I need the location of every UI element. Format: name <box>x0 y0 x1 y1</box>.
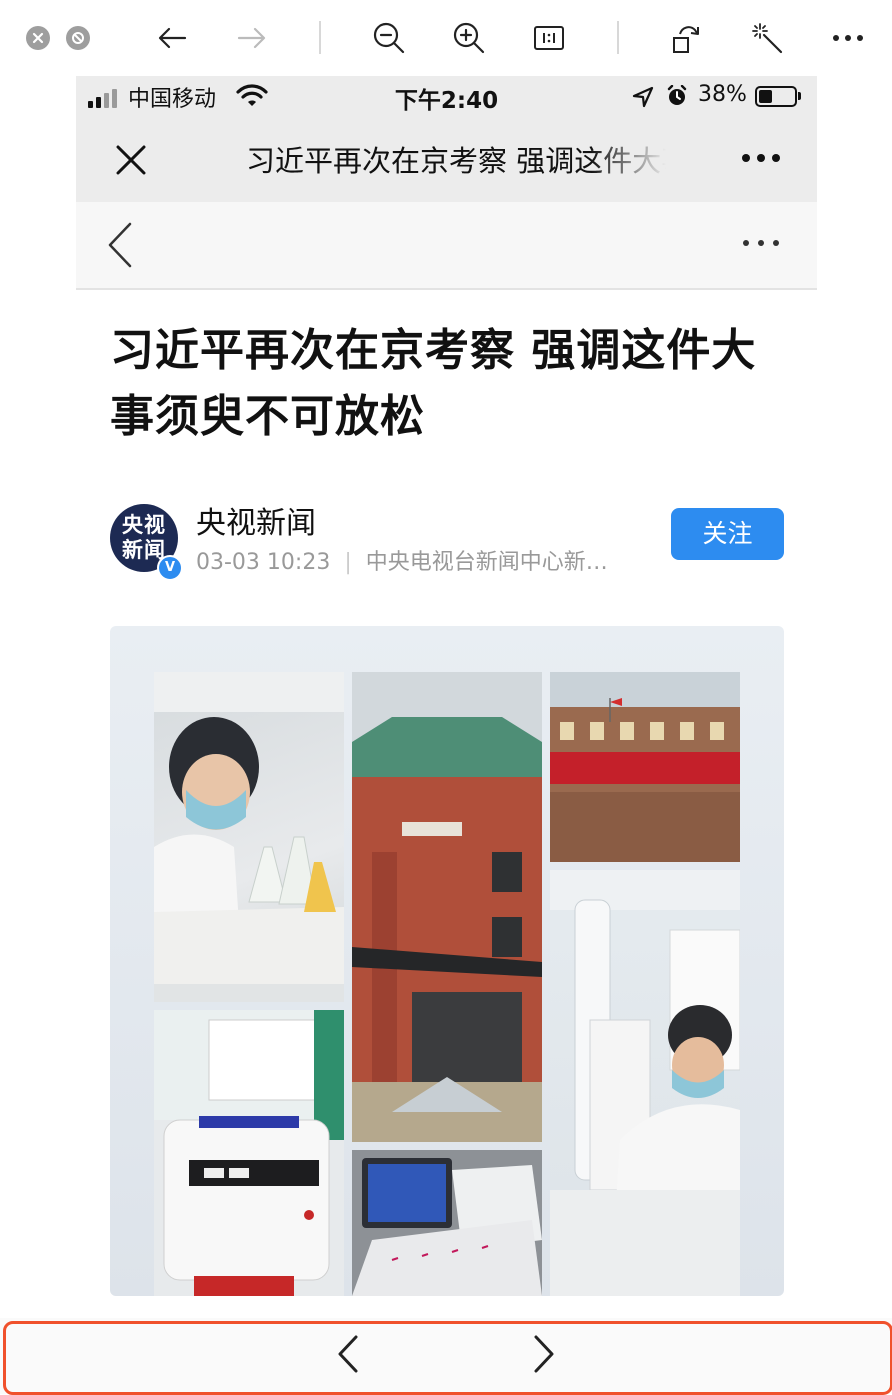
magic-wand-icon[interactable] <box>747 18 787 58</box>
author-meta: 03-03 10:23 | 中央电视台新闻中心新… <box>196 544 608 576</box>
phone-screen: 中国移动 下午2:40 38% 习近平再次在京考察 强调这件大事须臾不可放松 <box>76 76 817 1394</box>
next-chevron-icon[interactable] <box>520 1328 568 1380</box>
avatar-logo-text: 央视新闻 <box>122 513 166 562</box>
verified-badge-icon: V <box>157 555 183 581</box>
actual-size-icon[interactable] <box>529 18 569 58</box>
page-header <box>76 202 817 290</box>
nav-title: 习近平再次在京考察 强调这件大事须臾不可放松 <box>246 144 666 178</box>
location-arrow-icon <box>632 86 654 114</box>
photo-lab-scientist-pipette <box>550 870 740 1296</box>
article-title: 习近平再次在京考察 强调这件大事须臾不可放松 <box>110 325 757 442</box>
status-bar: 中国移动 下午2:40 38% <box>76 76 817 118</box>
battery-percent: 38% <box>698 82 747 107</box>
author-name[interactable]: 央视新闻 <box>196 498 316 542</box>
author-avatar[interactable]: 央视新闻 V <box>110 504 183 581</box>
highlight-outline <box>3 1321 892 1395</box>
minimize-window-icon[interactable] <box>66 26 90 50</box>
photo-lab-researcher <box>154 672 344 1002</box>
wechat-nav-bar: 习近平再次在京考察 强调这件大事须臾不可放松 <box>76 118 817 202</box>
author-row: 央视新闻 V 央视新闻 03-03 10:23 | 中央电视台新闻中心新… 关注 <box>110 498 785 581</box>
viewer-toolbar <box>0 0 892 76</box>
photo-tablet-documents <box>352 1150 542 1296</box>
page-more-icon[interactable] <box>736 228 786 258</box>
article-image-collage[interactable] <box>110 626 784 1296</box>
publish-date: 03-03 10:23 <box>196 550 331 575</box>
photo-red-brick-building <box>352 672 542 1142</box>
battery-icon <box>755 86 797 107</box>
back-arrow-icon[interactable] <box>152 18 192 58</box>
close-window-icon[interactable] <box>26 26 50 50</box>
bottom-navigation <box>0 1318 892 1395</box>
more-icon[interactable] <box>828 18 868 58</box>
previous-chevron-icon[interactable] <box>324 1328 372 1380</box>
source-label: 中央电视台新闻中心新… <box>365 550 608 575</box>
forward-arrow-icon[interactable] <box>232 18 272 58</box>
more-options-icon[interactable] <box>736 138 786 178</box>
article-page: 习近平再次在京考察 强调这件大事须臾不可放松 央视新闻 V 央视新闻 03-03… <box>76 202 817 1394</box>
battery-tip <box>798 92 801 100</box>
photo-test-kit-machine <box>154 1010 344 1296</box>
toolbar-divider <box>319 21 321 54</box>
follow-button[interactable]: 关注 <box>671 508 784 560</box>
photo-research-institute <box>550 672 740 862</box>
close-icon[interactable] <box>111 140 151 180</box>
toolbar-divider <box>617 21 619 54</box>
rotate-icon[interactable] <box>667 18 707 58</box>
back-chevron-icon[interactable] <box>102 220 142 270</box>
meta-divider: | <box>344 550 352 575</box>
alarm-clock-icon <box>666 84 688 113</box>
zoom-out-icon[interactable] <box>369 18 409 58</box>
zoom-in-icon[interactable] <box>449 18 489 58</box>
